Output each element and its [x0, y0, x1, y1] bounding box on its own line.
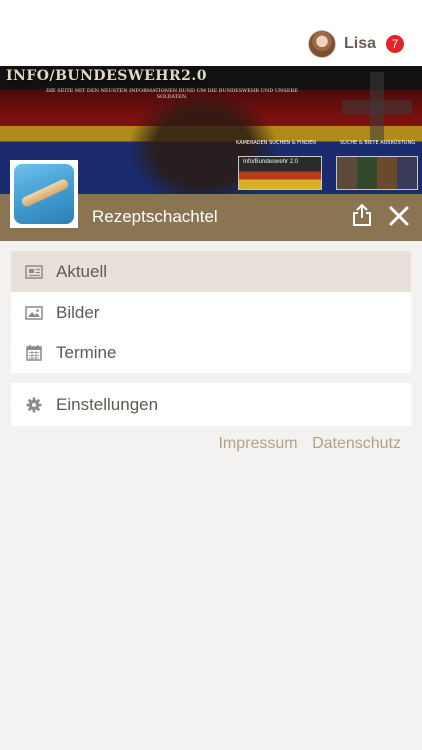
- user-name[interactable]: Lisa: [344, 35, 376, 53]
- settings-menu: Einstellungen: [11, 383, 411, 426]
- close-icon: [389, 206, 409, 226]
- group-name: Rezeptschachtel: [92, 207, 218, 226]
- share-icon: [353, 203, 371, 226]
- menu-item-label: Einstellungen: [56, 394, 159, 414]
- banner-title: INFO/BUNDESWEHR2.0: [6, 68, 207, 84]
- calendar-icon: [26, 344, 42, 361]
- menu-item-einstellungen[interactable]: Einstellungen: [11, 384, 411, 425]
- impressum-link[interactable]: Impressum: [218, 435, 297, 452]
- top-bar: Lisa 7: [0, 0, 422, 66]
- menu-item-label: Termine: [56, 342, 117, 362]
- user-avatar[interactable]: [307, 30, 336, 58]
- banner-link-kameraden: KAMERADEN SUCHEN & FINDEN: [236, 140, 317, 146]
- datenschutz-link[interactable]: Datenschutz: [312, 435, 401, 452]
- newspaper-icon: [25, 264, 43, 279]
- banner-link-ausruestung: SUCHE & BIETE AUSRÜSTUNG: [340, 140, 416, 146]
- banner-thumbnail-info: Info/Bundeswehr 2.0: [238, 156, 322, 190]
- iron-cross-emblem: [342, 72, 412, 142]
- user-menu[interactable]: Lisa 7: [307, 30, 404, 58]
- banner-subtitle: DIE SEITE MIT DEN NEUSTEN INFORMATIONEN …: [46, 88, 298, 100]
- menu-item-label: Aktuell: [56, 261, 108, 281]
- banner-thumbnail-title: Info/Bundeswehr 2.0: [243, 159, 299, 165]
- close-button[interactable]: [388, 205, 410, 227]
- image-icon: [25, 305, 43, 320]
- menu-item-label: Bilder: [56, 302, 100, 322]
- menu-item-aktuell[interactable]: Aktuell: [11, 251, 411, 292]
- gear-icon: [26, 397, 42, 412]
- menu-item-bilder[interactable]: Bilder: [11, 292, 411, 333]
- group-avatar[interactable]: [10, 160, 78, 228]
- rolling-pin-icon: [20, 177, 70, 209]
- banner-thumbnail-gear: [336, 156, 418, 190]
- menu-item-termine[interactable]: Termine: [11, 332, 411, 373]
- footer-links: Impressum Datenschutz: [208, 435, 401, 453]
- notification-badge[interactable]: 7: [386, 35, 404, 53]
- share-button[interactable]: [350, 203, 374, 227]
- navigation-menu: Aktuell Bilder Termine: [11, 251, 411, 373]
- rolling-pin-image: [14, 164, 74, 224]
